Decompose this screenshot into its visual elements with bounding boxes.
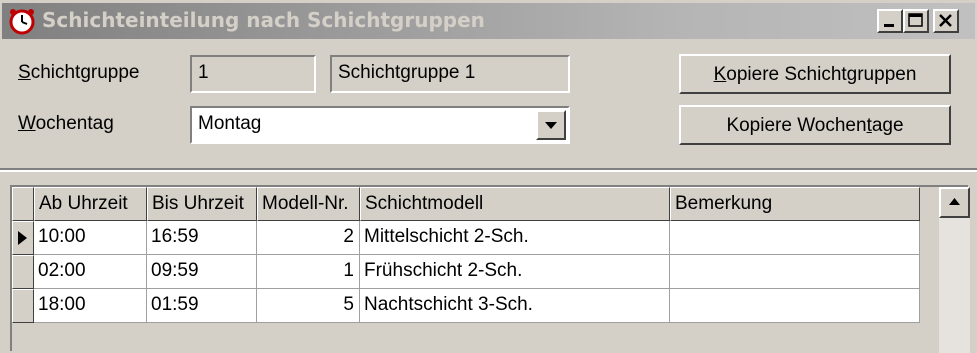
- table-cell[interactable]: [670, 289, 920, 323]
- clock-icon: [9, 9, 35, 35]
- minimize-button[interactable]: [877, 9, 903, 33]
- header-indicator-cell: [12, 187, 34, 221]
- kopiere-wochentage-button[interactable]: Kopiere Wochentage: [679, 105, 951, 145]
- wochentag-value: Montag: [198, 113, 262, 134]
- window: Schichteinteilung nach Schichtgruppen Sc…: [0, 0, 977, 353]
- table-cell[interactable]: Nachtschicht 3-Sch.: [360, 289, 670, 323]
- window-title: Schichteinteilung nach Schichtgruppen: [42, 8, 485, 32]
- current-row-arrow-icon: [18, 231, 27, 245]
- close-icon: [939, 14, 952, 27]
- column-header-modell-nr[interactable]: Modell-Nr.: [257, 187, 360, 221]
- scroll-up-button[interactable]: [939, 187, 970, 218]
- column-header-bis-uhrzeit[interactable]: Bis Uhrzeit: [147, 187, 257, 221]
- minimize-icon: [884, 24, 894, 27]
- wochentag-label: Wochentag: [18, 113, 114, 134]
- table-cell[interactable]: 16:59: [147, 221, 257, 255]
- column-header-schichtmodell[interactable]: Schichtmodell: [360, 187, 670, 221]
- dropdown-button[interactable]: [536, 110, 566, 140]
- table-cell[interactable]: 02:00: [34, 255, 147, 289]
- close-button[interactable]: [933, 9, 959, 33]
- row-indicator[interactable]: [12, 221, 34, 255]
- table-cell[interactable]: 09:59: [147, 255, 257, 289]
- chevron-down-icon: [545, 122, 557, 129]
- schichtgruppe-name-field: Schichtgruppe 1: [330, 55, 570, 93]
- row-indicator[interactable]: [12, 289, 34, 323]
- table-cell[interactable]: Mittelschicht 2-Sch.: [360, 221, 670, 255]
- table-cell[interactable]: Frühschicht 2-Sch.: [360, 255, 670, 289]
- maximize-button[interactable]: [903, 9, 929, 33]
- chevron-up-icon: [949, 198, 960, 205]
- table-cell[interactable]: 18:00: [34, 289, 147, 323]
- maximize-icon: [908, 13, 923, 27]
- column-header-ab-uhrzeit[interactable]: Ab Uhrzeit: [34, 187, 147, 221]
- table-cell[interactable]: 10:00: [34, 221, 147, 255]
- vertical-scrollbar[interactable]: [939, 187, 970, 353]
- schichtgruppe-label: Schichtgruppe: [18, 62, 140, 83]
- schichtgruppe-number-field[interactable]: 1: [190, 55, 316, 93]
- table-cell[interactable]: 2: [257, 221, 360, 255]
- table-cell[interactable]: [670, 221, 920, 255]
- table-cell[interactable]: [670, 255, 920, 289]
- kopiere-schichtgruppen-button[interactable]: Kopiere Schichtgruppen: [679, 54, 951, 94]
- wochentag-select[interactable]: Montag: [190, 106, 570, 144]
- schicht-table[interactable]: Ab Uhrzeit Bis Uhrzeit Modell-Nr. Schich…: [10, 185, 970, 353]
- column-header-bemerkung[interactable]: Bemerkung: [670, 187, 920, 221]
- table-cell[interactable]: 1: [257, 255, 360, 289]
- title-bar[interactable]: Schichteinteilung nach Schichtgruppen: [2, 3, 975, 39]
- table-cell[interactable]: 01:59: [147, 289, 257, 323]
- row-indicator[interactable]: [12, 255, 34, 289]
- separator-highlight: [0, 170, 977, 172]
- table-cell[interactable]: 5: [257, 289, 360, 323]
